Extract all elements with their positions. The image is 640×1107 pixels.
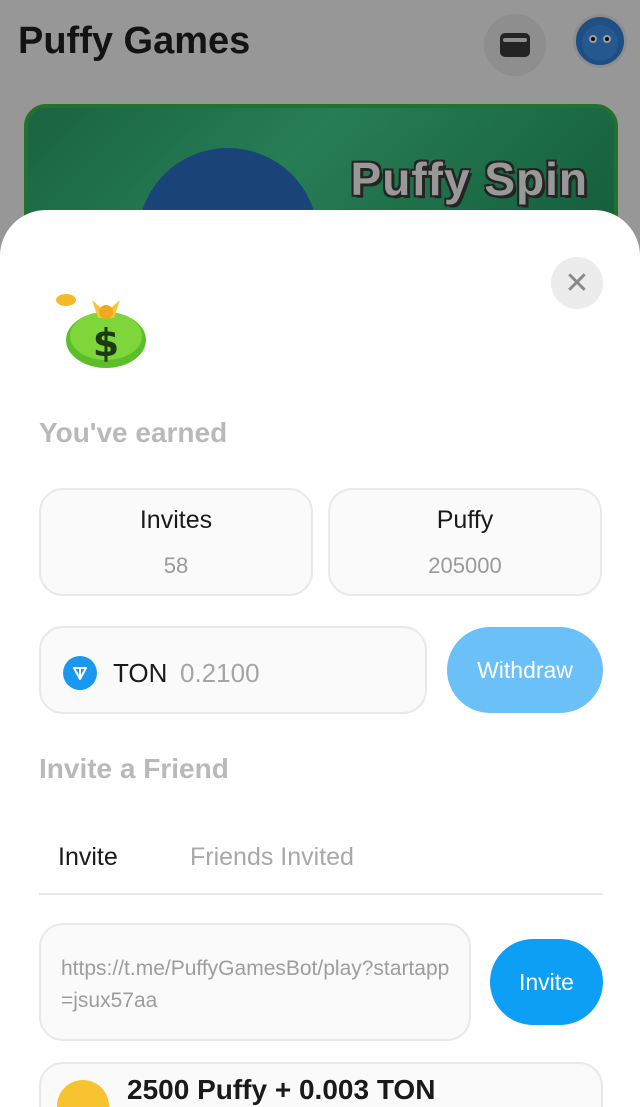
earned-title: You've earned (39, 417, 228, 448)
invite-button[interactable]: Invite (490, 939, 603, 1025)
puffy-value: 205000 (428, 553, 502, 578)
close-button[interactable]: ✕ (551, 257, 603, 309)
svg-text:$: $ (93, 321, 119, 365)
money-bag-icon: $ (56, 294, 146, 368)
smiley-emoji-icon (57, 1080, 109, 1107)
invite-friend-title: Invite a Friend (39, 753, 229, 784)
tab-invite[interactable]: Invite (58, 843, 118, 872)
tab-friends-invited[interactable]: Friends Invited (190, 843, 354, 872)
ton-amount: 0.2100 (180, 658, 260, 688)
withdraw-button[interactable]: Withdraw (447, 627, 603, 713)
ton-icon (63, 656, 97, 690)
ton-balance: TON 0.2100 (39, 626, 427, 714)
reward-card: 2500 Puffy + 0.003 TON (39, 1062, 603, 1107)
puffy-label: Puffy (436, 506, 494, 534)
ton-label: TON (113, 658, 168, 688)
invites-label: Invites (139, 506, 213, 534)
referral-sheet: ✕ $ You've earned Invites 58 Puffy 20500… (0, 210, 640, 1107)
tab-divider (39, 893, 603, 895)
invites-card: Invites 58 (39, 488, 313, 596)
invite-link-field[interactable]: https://t.me/PuffyGamesBot/play?startapp… (39, 923, 471, 1041)
close-icon: ✕ (564, 266, 590, 300)
reward-text: 2500 Puffy + 0.003 TON (127, 1074, 436, 1105)
puffy-card: Puffy 205000 (328, 488, 602, 596)
invites-value: 58 (163, 553, 189, 578)
